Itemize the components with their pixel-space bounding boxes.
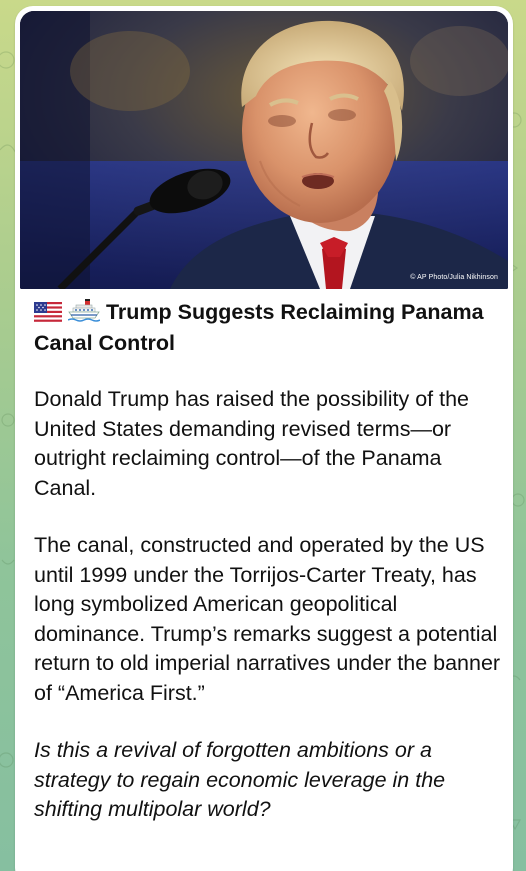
paragraph-3-question: Is this a revival of forgotten ambitions…: [34, 738, 446, 821]
photo-credit: © AP Photo/Julia Nikhinson: [410, 274, 498, 281]
paragraph-1: Donald Trump has raised the possibility …: [34, 387, 470, 500]
message-card[interactable]: © AP Photo/Julia Nikhinson Trump Suggest…: [15, 6, 513, 871]
us-flag-icon: [34, 301, 62, 329]
photo-illustration: [20, 11, 508, 289]
message-text: Trump Suggests Reclaiming Panama Canal C…: [34, 298, 504, 825]
headline-text: Trump Suggests Reclaiming Panama Canal C…: [34, 300, 484, 355]
news-photo[interactable]: © AP Photo/Julia Nikhinson: [20, 11, 508, 289]
ship-icon: [67, 298, 101, 329]
paragraph-2: The canal, constructed and operated by t…: [34, 533, 501, 705]
post-headline: Trump Suggests Reclaiming Panama Canal C…: [34, 298, 504, 357]
